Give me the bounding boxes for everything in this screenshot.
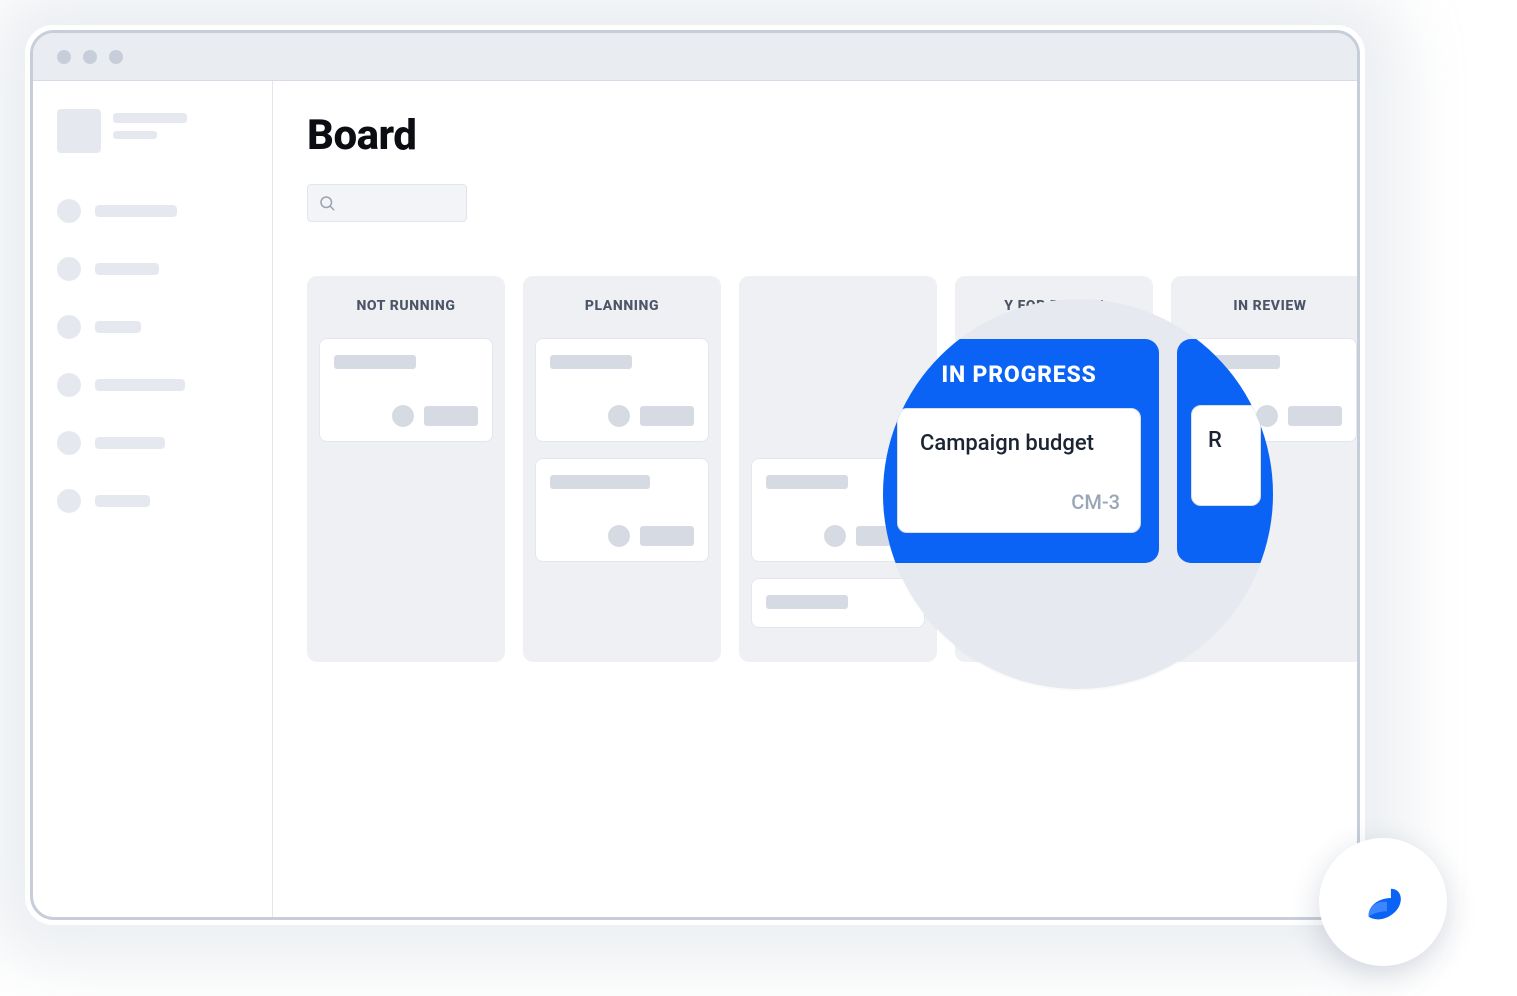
zoom-adjacent-column-right: R [1177,339,1273,563]
sidebar-profile[interactable] [57,109,248,153]
card-title-placeholder [550,355,632,369]
assignee-avatar [824,525,846,547]
profile-text-placeholder [113,109,187,139]
board-card[interactable] [535,338,709,442]
column-header: PLANNING [535,298,709,314]
nav-icon [57,431,81,455]
window-control-dot[interactable] [109,50,123,64]
column-header: NOT RUNNING [319,298,493,314]
nav-icon [57,257,81,281]
nav-label-placeholder [95,379,185,391]
sidebar-item[interactable] [57,431,248,455]
nav-icon [57,315,81,339]
card-id-placeholder [640,406,694,426]
search-icon [318,194,336,212]
zoom-peek-card-title: R [1208,428,1260,453]
zoom-card-id: CM-3 [920,490,1120,514]
sidebar [33,81,273,917]
sidebar-item[interactable] [57,489,248,513]
nav-label-placeholder [95,205,177,217]
assignee-avatar [608,405,630,427]
nav-label-placeholder [95,321,141,333]
board-card[interactable] [535,458,709,562]
board-card[interactable] [319,338,493,442]
card-id-placeholder [640,526,694,546]
nav-label-placeholder [95,495,150,507]
zoom-card[interactable]: Campaign budget CM-3 [897,408,1141,533]
page-title: Board [307,111,1357,160]
nav-icon [57,489,81,513]
sidebar-item[interactable] [57,199,248,223]
window-control-dot[interactable] [57,50,71,64]
card-id-placeholder [424,406,478,426]
titlebar [33,33,1357,81]
assignee-avatar [608,525,630,547]
brand-logo-badge [1319,838,1447,966]
brand-logo-icon [1350,869,1416,935]
assignee-avatar [392,405,414,427]
card-title-placeholder [766,475,848,489]
column-header: IN REVIEW [1183,298,1357,314]
magnifier-overlay: IN PROGRESS Campaign budget CM-3 R [883,299,1273,689]
card-title-placeholder [550,475,650,489]
sidebar-item[interactable] [57,257,248,281]
card-id-placeholder [1288,406,1342,426]
sidebar-item[interactable] [57,315,248,339]
window-control-dot[interactable] [83,50,97,64]
avatar [57,109,101,153]
board-column-planning[interactable]: PLANNING [523,276,721,662]
app-window: Board NOT RUNNING [30,30,1360,920]
board-column-not-running[interactable]: NOT RUNNING [307,276,505,662]
zoom-focused-column: IN PROGRESS Campaign budget CM-3 [883,339,1159,563]
zoom-card-title: Campaign budget [920,431,1120,456]
card-title-placeholder [334,355,416,369]
sidebar-item[interactable] [57,373,248,397]
app-body: Board NOT RUNNING [33,81,1357,917]
board-card[interactable] [751,578,925,628]
zoom-column-header: IN PROGRESS [897,361,1141,388]
zoom-peek-card[interactable]: R [1191,405,1261,506]
nav-icon [57,373,81,397]
card-title-placeholder [766,595,848,609]
nav-label-placeholder [95,437,165,449]
nav-icon [57,199,81,223]
search-input[interactable] [307,184,467,222]
main-content: Board NOT RUNNING [273,81,1357,917]
nav-label-placeholder [95,263,159,275]
